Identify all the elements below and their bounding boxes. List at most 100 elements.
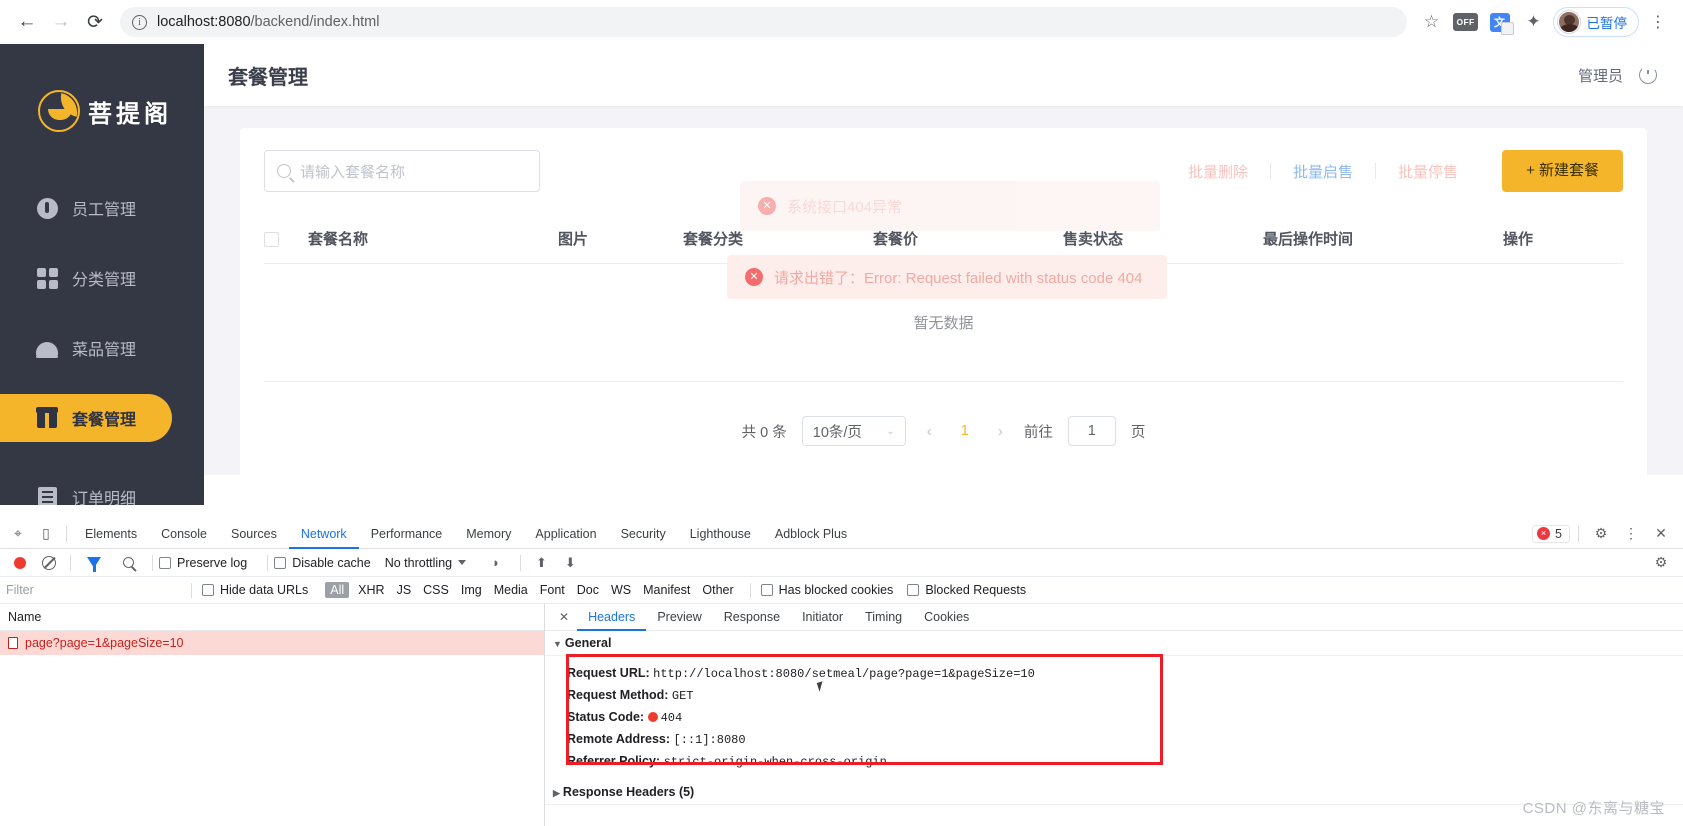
- gear-icon[interactable]: ⚙: [1587, 521, 1615, 547]
- hide-data-urls-checkbox[interactable]: Hide data URLs: [202, 583, 308, 597]
- filter-type-xhr[interactable]: XHR: [352, 583, 390, 597]
- tab-elements[interactable]: Elements: [73, 519, 149, 549]
- tab-console[interactable]: Console: [149, 519, 219, 549]
- tab-network[interactable]: Network: [289, 519, 359, 549]
- request-row[interactable]: page?page=1&pageSize=10: [0, 631, 544, 655]
- prev-page-button[interactable]: ‹: [921, 423, 938, 440]
- response-headers-section[interactable]: ▶ Response Headers (5): [545, 780, 1683, 805]
- close-detail-icon[interactable]: ✕: [551, 610, 577, 624]
- status-error-icon: [647, 711, 658, 722]
- filter-type-js[interactable]: JS: [391, 583, 418, 597]
- record-icon[interactable]: [14, 556, 26, 569]
- checkbox-box: [159, 556, 171, 569]
- disable-cache-checkbox[interactable]: Disable cache: [274, 556, 371, 570]
- tab-application[interactable]: Application: [523, 519, 608, 549]
- batch-delete-button[interactable]: 批量删除: [1166, 161, 1270, 182]
- page-number-1[interactable]: 1: [953, 423, 977, 439]
- filter-type-doc[interactable]: Doc: [571, 583, 605, 597]
- close-icon[interactable]: ✕: [1647, 521, 1675, 547]
- disable-cache-label: Disable cache: [292, 555, 371, 570]
- filter-type-all[interactable]: All: [325, 582, 350, 598]
- tab-memory[interactable]: Memory: [454, 519, 523, 549]
- row-value[interactable]: http://localhost:8080/setmeal/page?page=…: [653, 667, 1035, 681]
- page-size-select[interactable]: 10条/页 ⌄: [801, 416, 906, 446]
- filter-icon[interactable]: [87, 557, 101, 572]
- blocked-requests-label: Blocked Requests: [925, 583, 1027, 597]
- row-value: [::1]:8080: [673, 732, 746, 747]
- request-detail-pane: ✕ Headers Preview Response Initiator Tim…: [545, 604, 1683, 826]
- reload-button[interactable]: ⟳: [78, 5, 112, 39]
- site-info-icon[interactable]: i: [132, 14, 147, 30]
- filter-type-media[interactable]: Media: [488, 583, 534, 597]
- search-icon[interactable]: [123, 557, 134, 568]
- sidebar-item-employee[interactable]: 员工管理: [0, 184, 172, 232]
- filter-type-ws[interactable]: WS: [605, 583, 637, 597]
- has-blocked-cookies-checkbox[interactable]: Has blocked cookies: [760, 583, 893, 597]
- back-button[interactable]: ←: [10, 5, 44, 39]
- export-har-icon[interactable]: ⬇: [565, 555, 576, 571]
- preserve-log-checkbox[interactable]: Preserve log: [159, 556, 247, 570]
- search-input[interactable]: 请输入套餐名称: [264, 150, 540, 192]
- filter-type-css[interactable]: CSS: [417, 583, 455, 597]
- new-setmeal-button[interactable]: + 新建套餐: [1502, 150, 1623, 192]
- filter-type-font[interactable]: Font: [534, 583, 571, 597]
- tab-cookies[interactable]: Cookies: [913, 604, 980, 631]
- divider: [749, 582, 751, 598]
- tab-performance[interactable]: Performance: [359, 519, 455, 549]
- off-extension-button[interactable]: OFF: [1451, 7, 1481, 37]
- select-all-cell[interactable]: [264, 214, 308, 264]
- google-translate-icon[interactable]: 文: [1485, 7, 1515, 37]
- clear-icon[interactable]: [42, 555, 56, 570]
- next-page-button[interactable]: ›: [992, 423, 1009, 440]
- tab-lighthouse[interactable]: Lighthouse: [678, 519, 763, 549]
- batch-disable-button[interactable]: 批量停售: [1376, 161, 1480, 182]
- bookmark-star-icon[interactable]: ☆: [1417, 7, 1447, 37]
- goto-page-input[interactable]: 1: [1067, 416, 1116, 446]
- app-header: 套餐管理 管理员: [204, 44, 1683, 106]
- devtools-more-icon[interactable]: ⋮: [1617, 521, 1645, 547]
- row-key: Request Method:: [567, 687, 669, 702]
- power-icon[interactable]: [1639, 64, 1657, 84]
- sidebar-item-dish[interactable]: 菜品管理: [0, 324, 172, 372]
- tab-timing[interactable]: Timing: [854, 604, 913, 631]
- row-key: Request URL:: [567, 665, 650, 680]
- filter-type-other[interactable]: Other: [696, 583, 739, 597]
- filter-type-img[interactable]: Img: [455, 583, 488, 597]
- filter-input[interactable]: Filter: [6, 583, 181, 597]
- tab-initiator[interactable]: Initiator: [791, 604, 854, 631]
- tab-security[interactable]: Security: [609, 519, 678, 549]
- page-title: 套餐管理: [228, 66, 308, 89]
- user-icon: [36, 197, 58, 219]
- sidebar-item-setmeal[interactable]: 套餐管理: [0, 394, 172, 442]
- throttling-select[interactable]: No throttling: [385, 556, 452, 570]
- logo-icon: [38, 90, 81, 132]
- extensions-puzzle-icon[interactable]: ✦: [1519, 7, 1549, 37]
- error-count-chip[interactable]: × 5: [1532, 524, 1570, 543]
- sidebar-item-category[interactable]: 分类管理: [0, 254, 172, 302]
- network-conditions-icon[interactable]: ◗: [492, 555, 500, 570]
- tab-adblock-plus[interactable]: Adblock Plus: [763, 519, 859, 549]
- tab-response[interactable]: Response: [713, 604, 791, 631]
- blocked-requests-checkbox[interactable]: Blocked Requests: [907, 583, 1026, 597]
- network-settings-gear-icon[interactable]: ⚙: [1647, 550, 1675, 576]
- inspect-icon[interactable]: ⌖: [4, 521, 32, 547]
- off-badge-label: OFF: [1452, 13, 1479, 31]
- batch-enable-button[interactable]: 批量启售: [1271, 161, 1375, 182]
- browser-menu-icon[interactable]: ⋮: [1643, 7, 1673, 37]
- import-har-icon[interactable]: ⬆: [536, 555, 547, 571]
- select-all-checkbox[interactable]: [264, 231, 279, 247]
- tab-preview[interactable]: Preview: [646, 604, 712, 631]
- search-icon: [277, 164, 291, 178]
- tab-sources[interactable]: Sources: [219, 519, 289, 549]
- general-section-header[interactable]: ▼ General: [545, 631, 1683, 656]
- preserve-log-label: Preserve log: [177, 555, 248, 570]
- forward-button[interactable]: →: [44, 5, 78, 39]
- tab-headers[interactable]: Headers: [577, 604, 646, 631]
- device-toolbar-icon[interactable]: ▯: [32, 521, 60, 547]
- chevron-down-icon[interactable]: [458, 560, 467, 565]
- filter-type-manifest[interactable]: Manifest: [637, 583, 696, 597]
- profile-button[interactable]: 已暂停: [1552, 7, 1639, 37]
- dish-icon: [36, 337, 58, 359]
- page-unit-label: 页: [1130, 424, 1146, 441]
- address-bar[interactable]: i localhost:8080/backend/index.html: [120, 7, 1407, 37]
